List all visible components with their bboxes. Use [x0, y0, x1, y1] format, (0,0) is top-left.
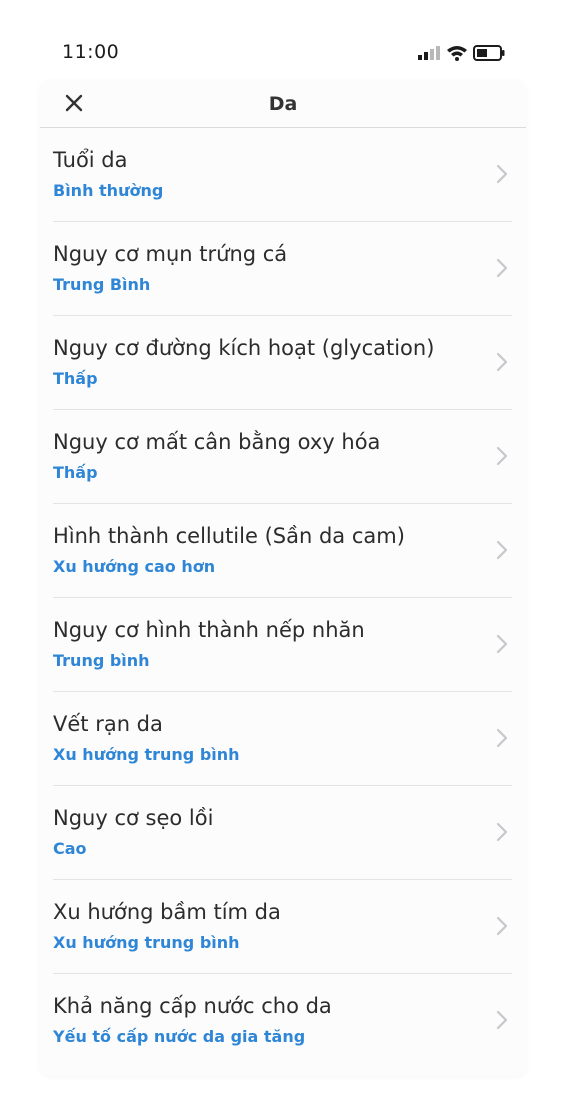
chevron-right-icon — [496, 540, 508, 560]
list-item[interactable]: Hình thành cellutile (Sần da cam) Xu hướ… — [53, 504, 512, 598]
list-item-value: Yếu tố cấp nước da gia tăng — [53, 1027, 306, 1046]
list-item-title: Nguy cơ sẹo lồi — [53, 806, 214, 830]
list-item-title: Khả năng cấp nước cho da — [53, 994, 332, 1018]
chevron-right-icon — [496, 916, 508, 936]
list-item-title: Nguy cơ mụn trứng cá — [53, 242, 288, 266]
list-item-value: Trung Bình — [53, 275, 151, 294]
list-item[interactable]: Nguy cơ đường kích hoạt (glycation) Thấp — [53, 316, 512, 410]
wifi-icon — [447, 46, 467, 61]
list-item[interactable]: Xu hướng bầm tím da Xu hướng trung bình — [53, 880, 512, 974]
page-title: Da — [268, 93, 298, 115]
list-item-value: Xu hướng trung bình — [53, 745, 240, 764]
list-item-title: Hình thành cellutile (Sần da cam) — [53, 524, 405, 548]
list-item-title: Nguy cơ đường kích hoạt (glycation) — [53, 336, 435, 360]
list-item-title: Vết rạn da — [53, 712, 163, 736]
chevron-right-icon — [496, 822, 508, 842]
list-item-title: Tuổi da — [53, 148, 128, 172]
list-item-value: Cao — [53, 839, 87, 858]
chevron-right-icon — [496, 446, 508, 466]
chevron-right-icon — [496, 258, 508, 278]
list-item[interactable]: Tuổi da Bình thường — [53, 128, 512, 222]
skin-results-sheet: Da Tuổi da Bình thường Nguy cơ mụn trứng… — [40, 80, 526, 1076]
list-item[interactable]: Nguy cơ hình thành nếp nhăn Trung bình — [53, 598, 512, 692]
status-time: 11:00 — [62, 41, 120, 63]
list-item-value: Bình thường — [53, 181, 164, 200]
list-item[interactable]: Vết rạn da Xu hướng trung bình — [53, 692, 512, 786]
list-item-value: Thấp — [53, 463, 98, 482]
list-item-title: Nguy cơ mất cân bằng oxy hóa — [53, 430, 381, 454]
list-item-value: Xu hướng cao hơn — [53, 557, 216, 576]
list-item-value: Thấp — [53, 369, 98, 388]
list-item[interactable]: Nguy cơ mất cân bằng oxy hóa Thấp — [53, 410, 512, 504]
chevron-right-icon — [496, 352, 508, 372]
list-item[interactable]: Khả năng cấp nước cho da Yếu tố cấp nước… — [53, 974, 512, 1067]
list-item-value: Xu hướng trung bình — [53, 933, 240, 952]
chevron-right-icon — [496, 728, 508, 748]
list-item-title: Nguy cơ hình thành nếp nhăn — [53, 618, 365, 642]
signal-icon — [418, 46, 440, 60]
list-item-title: Xu hướng bầm tím da — [53, 900, 281, 924]
sheet-header: Da — [40, 80, 526, 128]
battery-icon — [473, 45, 505, 61]
list-item[interactable]: Nguy cơ sẹo lồi Cao — [53, 786, 512, 880]
chevron-right-icon — [496, 164, 508, 184]
skin-attribute-list: Tuổi da Bình thường Nguy cơ mụn trứng cá… — [40, 128, 526, 1067]
chevron-right-icon — [496, 634, 508, 654]
list-item-value: Trung bình — [53, 651, 150, 670]
list-item[interactable]: Nguy cơ mụn trứng cá Trung Bình — [53, 222, 512, 316]
status-icons — [418, 44, 508, 62]
chevron-right-icon — [496, 1010, 508, 1030]
status-bar: 11:00 — [0, 0, 566, 80]
